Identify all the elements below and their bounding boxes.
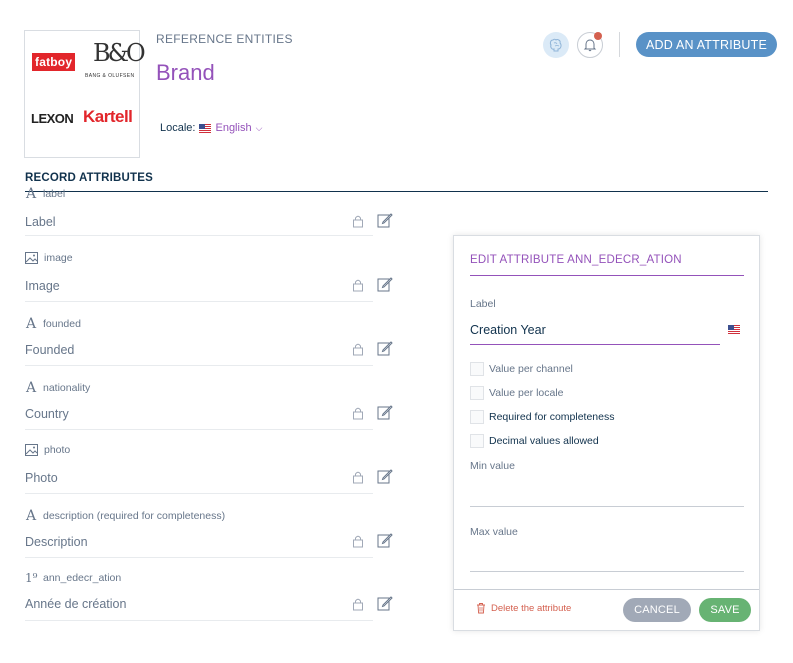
value-per-channel-checkbox[interactable]: Value per channel — [470, 362, 573, 376]
page-title: Brand — [156, 60, 215, 85]
logo-fatboy: fatboy — [32, 53, 76, 71]
checkbox[interactable] — [470, 410, 484, 424]
attribute-code: photo — [44, 444, 71, 456]
label-input[interactable]: Creation Year — [470, 323, 546, 337]
cancel-button[interactable]: CANCEL — [623, 598, 691, 622]
panel-title: EDIT ATTRIBUTE ANN_EDECR_ATION — [470, 254, 682, 266]
attribute-row-photo[interactable]: photo Photo — [25, 444, 393, 494]
label-input-underline — [470, 344, 720, 345]
attribute-label: Image — [25, 279, 60, 293]
breadcrumb[interactable]: REFERENCE ENTITIES — [156, 32, 293, 46]
delete-attribute-label: Delete the attribute — [491, 602, 572, 614]
lock-icon — [353, 471, 363, 484]
checkbox-label: Required for completeness — [489, 411, 615, 423]
required-for-completeness-checkbox[interactable]: Required for completeness — [470, 410, 614, 424]
text-type-icon: A — [25, 186, 37, 202]
attribute-code: label — [43, 188, 66, 200]
edit-icon[interactable] — [377, 404, 393, 420]
panel-footer-divider — [454, 589, 759, 590]
attribute-row-image[interactable]: image Image — [25, 252, 393, 302]
edit-icon[interactable] — [377, 532, 393, 548]
save-button[interactable]: SAVE — [699, 598, 751, 622]
delete-attribute-button[interactable]: Delete the attribute — [476, 602, 571, 614]
locale-switcher[interactable]: Locale: English ⌵ — [160, 122, 262, 134]
us-flag-icon — [728, 325, 740, 334]
checkbox[interactable] — [470, 386, 484, 400]
section-title: RECORD ATTRIBUTES — [25, 172, 153, 184]
checkbox[interactable] — [470, 434, 484, 448]
attribute-label: Founded — [25, 343, 75, 357]
lock-icon — [353, 279, 363, 292]
header-divider — [619, 32, 620, 57]
attribute-code: image — [44, 252, 73, 264]
notification-badge — [594, 32, 602, 40]
edit-icon[interactable] — [377, 340, 393, 356]
trash-icon — [477, 603, 485, 614]
attribute-label: Label — [25, 215, 56, 229]
attribute-row-description[interactable]: A description (required for completeness… — [25, 508, 393, 558]
text-type-icon: A — [25, 380, 37, 396]
lock-icon — [353, 535, 363, 548]
logo-bang-olufsen-text: BANG & OLUFSEN — [85, 73, 135, 79]
attribute-label: Année de création — [25, 597, 127, 611]
lock-icon — [353, 598, 363, 611]
notifications-button[interactable] — [577, 32, 603, 58]
checkbox-label: Value per locale — [489, 387, 564, 399]
edit-icon[interactable] — [377, 595, 393, 611]
max-value-underline — [470, 571, 744, 572]
min-value-underline — [470, 506, 744, 507]
image-type-icon — [25, 252, 38, 264]
image-type-icon — [25, 444, 38, 456]
max-value-label: Max value — [470, 526, 518, 538]
text-type-icon: A — [25, 508, 37, 524]
min-value-label: Min value — [470, 460, 515, 472]
chevron-down-icon: ⌵ — [255, 122, 263, 133]
attribute-label: Description — [25, 535, 88, 549]
number-type-icon: 1⁹ — [25, 571, 38, 585]
bell-icon — [583, 39, 597, 52]
reference-entity-image: fatboy B&O BANG & OLUFSEN LEXON Kartell — [24, 30, 146, 158]
checkbox-label: Decimal values allowed — [489, 435, 599, 447]
attribute-row-ann-edecr-ation[interactable]: 1⁹ ann_edecr_ation Année de création — [25, 571, 393, 621]
logo-lexon: LEXON — [31, 111, 74, 126]
attribute-code: nationality — [43, 382, 91, 394]
text-type-icon: A — [25, 316, 37, 332]
decimal-values-allowed-checkbox[interactable]: Decimal values allowed — [470, 434, 599, 448]
panel-title-divider — [470, 275, 744, 276]
edit-attribute-panel: EDIT ATTRIBUTE ANN_EDECR_ATION Label Cre… — [453, 235, 760, 631]
edit-icon[interactable] — [377, 212, 393, 228]
help-button[interactable] — [543, 32, 569, 58]
checkbox[interactable] — [470, 362, 484, 376]
checkbox-label: Value per channel — [489, 363, 573, 375]
logo-bang-olufsen: B&O — [93, 39, 146, 67]
add-attribute-button[interactable]: ADD AN ATTRIBUTE — [636, 32, 777, 57]
attribute-code: description (required for completeness) — [43, 510, 226, 522]
edit-icon[interactable] — [377, 276, 393, 292]
lock-icon — [353, 343, 363, 356]
brain-help-icon — [549, 38, 562, 52]
attribute-row-label[interactable]: A label Label — [25, 186, 393, 236]
attribute-label: Country — [25, 407, 69, 421]
us-flag-icon — [199, 123, 212, 133]
attribute-row-nationality[interactable]: A nationality Country — [25, 380, 393, 430]
logo-kartell: Kartell — [83, 107, 133, 126]
lock-icon — [353, 407, 363, 420]
attribute-row-founded[interactable]: A founded Founded — [25, 316, 393, 366]
locale-label: Locale: — [160, 122, 196, 134]
edit-icon[interactable] — [377, 468, 393, 484]
attribute-label: Photo — [25, 471, 58, 485]
label-field-label: Label — [470, 298, 496, 310]
attribute-code: founded — [43, 318, 81, 330]
attribute-code: ann_edecr_ation — [43, 572, 122, 584]
lock-icon — [353, 215, 363, 228]
value-per-locale-checkbox[interactable]: Value per locale — [470, 386, 564, 400]
locale-value: English — [215, 122, 252, 134]
